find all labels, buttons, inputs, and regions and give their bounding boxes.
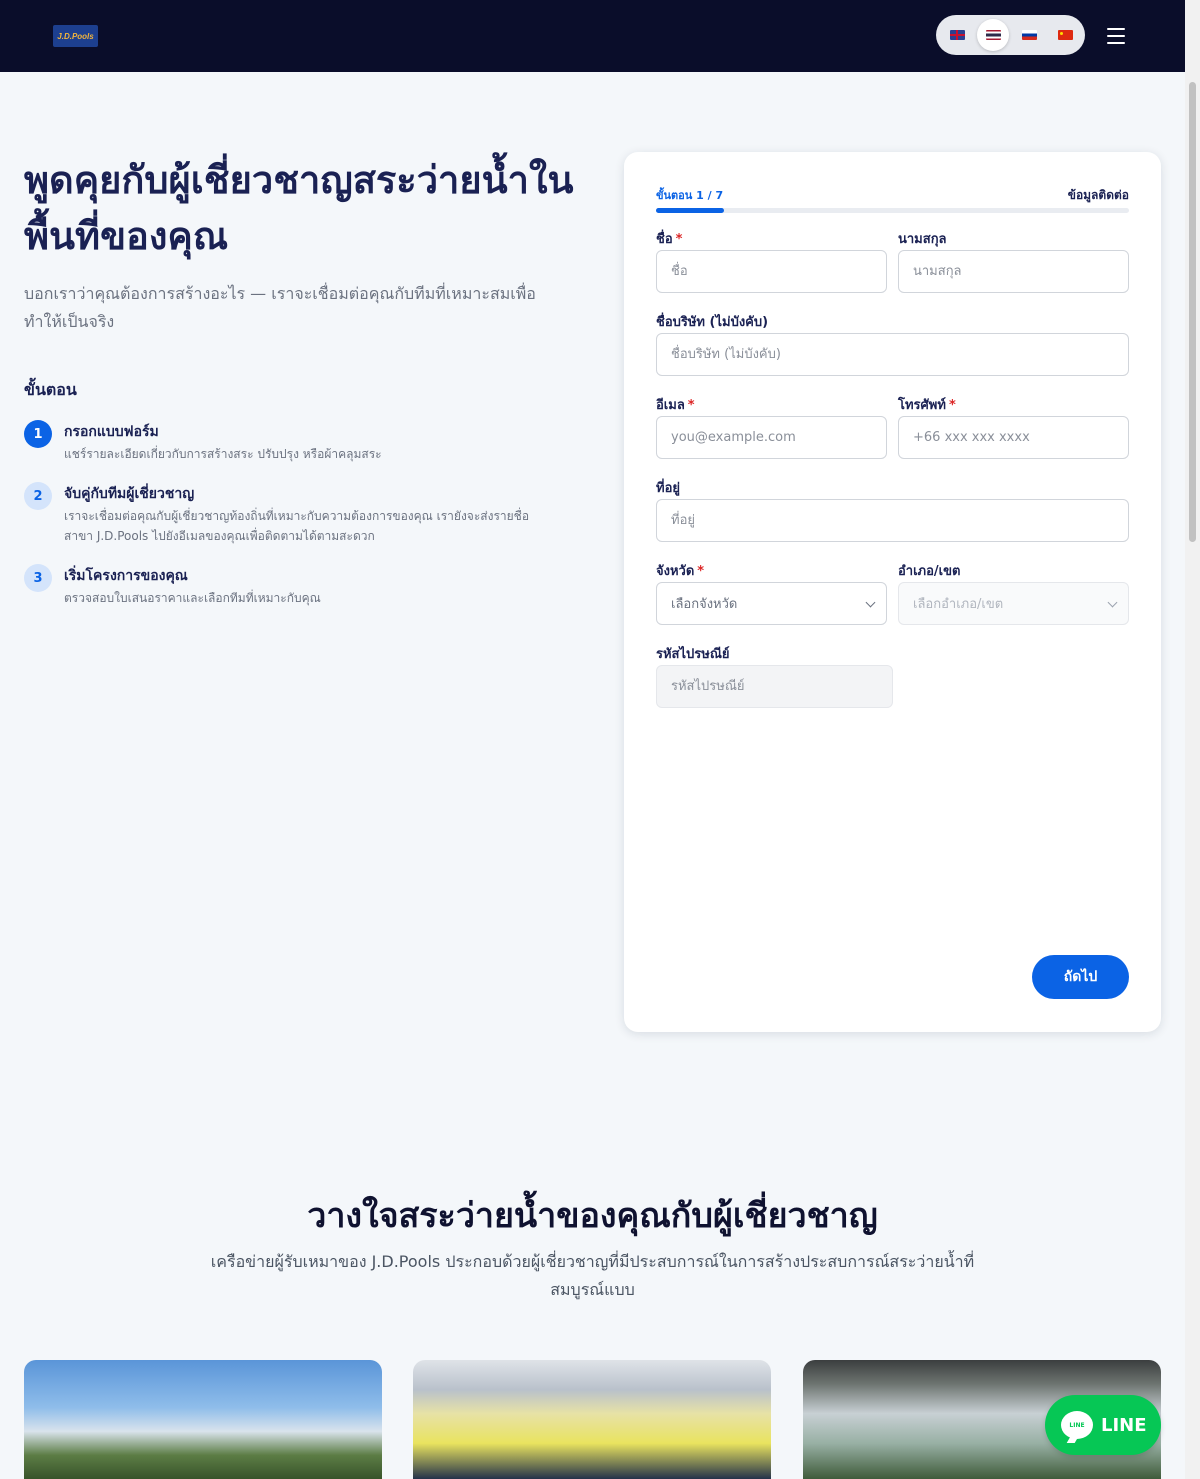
- flag-ru-icon: [1021, 30, 1037, 40]
- phone-field[interactable]: [898, 416, 1129, 459]
- contact-form-card: ขั้นตอน 1 / 7 ข้อมูลติดต่อ ชื่อ* นามสกุล…: [624, 152, 1161, 1032]
- first-name-field[interactable]: [656, 250, 887, 293]
- step-description: ตรวจสอบใบเสนอราคาและเลือกทีมที่เหมาะกับค…: [64, 591, 321, 605]
- address-label: ที่อยู่: [656, 481, 680, 496]
- page-subtitle: บอกเราว่าคุณต้องการสร้างอะไร — เราจะเชื่…: [24, 284, 536, 331]
- chevron-down-icon: [865, 597, 876, 608]
- postal-code-label: รหัสไปรษณีย์: [656, 647, 730, 662]
- steps-heading: ขั้นตอน: [24, 380, 77, 399]
- logo-text: J.D.Pools: [57, 31, 94, 41]
- factory-photo: [413, 1360, 771, 1479]
- pool-project-photo: [24, 1360, 382, 1479]
- step-number-badge: 1: [24, 420, 52, 448]
- hamburger-icon[interactable]: [1107, 27, 1127, 45]
- scrollbar-thumb[interactable]: [1189, 82, 1196, 542]
- top-navbar: J.D.Pools: [0, 0, 1185, 72]
- district-select[interactable]: เลือกอำเภอ/เขต: [898, 582, 1129, 625]
- step-number-badge: 3: [24, 564, 52, 592]
- address-field[interactable]: [656, 499, 1129, 542]
- progress-bar-fill: [656, 208, 724, 213]
- language-switcher: [936, 15, 1085, 55]
- last-name-field[interactable]: [898, 250, 1129, 293]
- first-name-label: ชื่อ *: [656, 232, 683, 247]
- step-title: เริ่มโครงการของคุณ: [64, 568, 188, 584]
- required-asterisk: *: [948, 398, 956, 413]
- line-chat-button[interactable]: LINE LINE: [1045, 1395, 1161, 1455]
- flag-th-icon: [985, 30, 1001, 40]
- district-select-value: เลือกอำเภอ/เขต: [913, 597, 1004, 612]
- required-asterisk: *: [675, 232, 683, 247]
- form-section-label: ข้อมูลติดต่อ: [1067, 188, 1129, 202]
- required-asterisk: *: [697, 564, 705, 579]
- step-number-badge: 2: [24, 482, 52, 510]
- next-button[interactable]: ถัดไป: [1032, 955, 1129, 999]
- flag-en-icon: [949, 30, 965, 40]
- lang-button-ru[interactable]: [1013, 19, 1045, 51]
- email-field[interactable]: [656, 416, 887, 459]
- line-chat-icon: LINE: [1061, 1411, 1093, 1439]
- line-chat-label: LINE: [1101, 1414, 1147, 1436]
- progress-bar: [656, 208, 1129, 213]
- lang-button-cn[interactable]: [1049, 19, 1081, 51]
- step-description: แชร์รายละเอียดเกี่ยวกับการสร้างสระ ปรับป…: [64, 447, 382, 461]
- step-item: 2 จับคู่กับทีมผู้เชี่ยวชาญ เราจะเชื่อมต่…: [24, 482, 554, 552]
- postal-code-field[interactable]: [656, 665, 893, 708]
- company-label: ชื่อบริษัท (ไม่บังคับ): [656, 315, 769, 330]
- step-description: เราจะเชื่อมต่อคุณกับผู้เชี่ยวชาญท้องถิ่น…: [64, 509, 530, 543]
- last-name-label: นามสกุล: [898, 232, 947, 247]
- phone-label: โทรศัพท์ *: [898, 398, 956, 413]
- company-field[interactable]: [656, 333, 1129, 376]
- step-title: กรอกแบบฟอร์ม: [64, 424, 159, 440]
- lang-button-th[interactable]: [977, 19, 1009, 51]
- trust-section-title: วางใจสระว่ายน้ำของคุณกับผู้เชี่ยวชาญ: [307, 1196, 878, 1236]
- province-label: จังหวัด *: [656, 564, 705, 579]
- step-item: 3 เริ่มโครงการของคุณ ตรวจสอบใบเสนอราคาแล…: [24, 564, 554, 614]
- step-item: 1 กรอกแบบฟอร์ม แชร์รายละเอียดเกี่ยวกับกา…: [24, 420, 554, 470]
- step-title: จับคู่กับทีมผู้เชี่ยวชาญ: [64, 486, 195, 502]
- province-select-value: เลือกจังหวัด: [671, 597, 738, 612]
- lang-button-en[interactable]: [941, 19, 973, 51]
- trust-section-subtitle: เครือข่ายผู้รับเหมาของ J.D.Pools ประกอบด…: [210, 1252, 975, 1299]
- chevron-down-icon: [1107, 597, 1118, 608]
- jdpools-logo[interactable]: J.D.Pools: [53, 25, 98, 47]
- progress-step-label: ขั้นตอน 1 / 7: [656, 189, 724, 202]
- page-title: พูดคุยกับผู้เชี่ยวชาญสระว่ายน้ำในพื้นที่…: [24, 157, 574, 258]
- required-asterisk: *: [687, 398, 695, 413]
- district-label: อำเภอ/เขต: [898, 564, 961, 579]
- email-label: อีเมล *: [656, 398, 695, 413]
- flag-cn-icon: [1057, 30, 1073, 40]
- province-select[interactable]: เลือกจังหวัด: [656, 582, 887, 625]
- page-scrollbar[interactable]: [1185, 0, 1200, 1479]
